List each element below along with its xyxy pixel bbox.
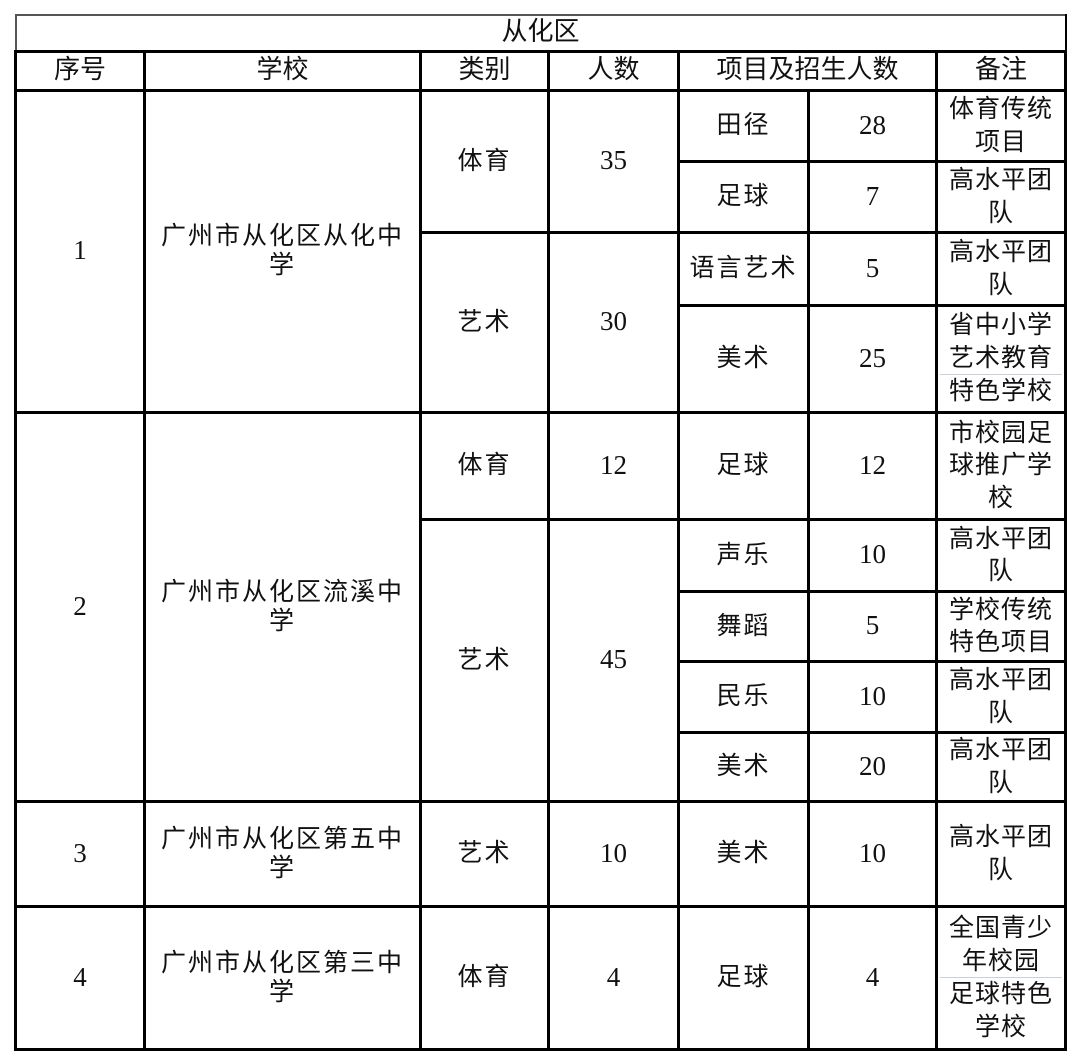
- school-name: 广州市从化区第三中学: [143, 904, 422, 1051]
- project-remark: 高水平团队: [934, 799, 1068, 908]
- project-remark-cell: 全国青少年校园 足球特色学校: [934, 904, 1068, 1051]
- header-remarks: 备注: [934, 49, 1068, 92]
- project-quota: 7: [807, 159, 938, 234]
- row-index: 1: [14, 88, 146, 414]
- project-name: 足球: [677, 410, 810, 521]
- school-name: 广州市从化区流溪中学: [143, 410, 422, 803]
- category: 艺术: [419, 517, 550, 803]
- title-row: 从化区: [14, 14, 1067, 53]
- project-quota: 28: [807, 88, 938, 163]
- category-count: 4: [547, 904, 680, 1051]
- project-remark: 省中小学艺术教育: [949, 310, 1054, 372]
- project-quota: 5: [807, 589, 938, 663]
- table-row: 4 广州市从化区第三中学 体育 4 足球 4 全国青少年校园 足球特色学校: [14, 904, 1068, 1051]
- project-name: 足球: [677, 904, 810, 1051]
- project-name: 足球: [677, 159, 810, 234]
- project-remark: 全国青少年校园: [949, 913, 1054, 975]
- category: 体育: [419, 904, 550, 1051]
- project-quota: 4: [807, 904, 938, 1051]
- row-index: 2: [14, 410, 146, 803]
- project-remark-extra: 足球特色学校: [940, 977, 1063, 1043]
- project-name: 民乐: [677, 659, 810, 734]
- category-count: 10: [547, 799, 680, 908]
- header-school: 学校: [143, 49, 422, 92]
- project-quota: 10: [807, 659, 938, 734]
- project-name: 声乐: [677, 517, 810, 593]
- enrollment-table-sheet: 从化区 序号 学校 类别 人数 项目及招生人数 备注 1 广州市从化区从化中学 …: [14, 14, 1068, 1051]
- header-count: 人数: [547, 49, 680, 92]
- project-name: 语言艺术: [677, 230, 810, 307]
- header-category: 类别: [419, 49, 550, 92]
- category: 体育: [419, 410, 550, 521]
- project-name: 美术: [677, 730, 810, 803]
- table-row: 3 广州市从化区第五中学 艺术 10 美术 10 高水平团队: [14, 799, 1068, 908]
- project-quota: 10: [807, 517, 938, 593]
- project-name: 舞蹈: [677, 589, 810, 663]
- project-quota: 10: [807, 799, 938, 908]
- enrollment-table: 从化区 序号 学校 类别 人数 项目及招生人数 备注 1 广州市从化区从化中学 …: [14, 14, 1068, 1051]
- school-name: 广州市从化区第五中学: [143, 799, 422, 908]
- row-index: 4: [14, 904, 146, 1051]
- project-remark: 市校园足球推广学校: [934, 410, 1068, 521]
- project-name: 田径: [677, 88, 810, 163]
- category: 体育: [419, 88, 550, 234]
- school-name: 广州市从化区从化中学: [143, 88, 422, 414]
- category: 艺术: [419, 799, 550, 908]
- project-remark-extra: 特色学校: [940, 374, 1063, 408]
- project-quota: 12: [807, 410, 938, 521]
- project-name: 美术: [677, 799, 810, 908]
- project-remark: 学校传统特色项目: [934, 589, 1068, 663]
- project-remark-cell: 省中小学艺术教育 特色学校: [934, 303, 1068, 414]
- category: 艺术: [419, 230, 550, 414]
- project-remark: 高水平团队: [934, 517, 1068, 593]
- project-remark: 高水平团队: [934, 230, 1068, 307]
- header-projects: 项目及招生人数: [677, 49, 938, 92]
- category-count: 35: [547, 88, 680, 234]
- project-remark: 高水平团队: [934, 159, 1068, 234]
- table-title: 从化区: [14, 14, 1067, 53]
- table-row: 2 广州市从化区流溪中学 体育 12 足球 12 市校园足球推广学校: [14, 410, 1068, 803]
- project-remark: 体育传统项目: [934, 88, 1068, 163]
- project-quota: 25: [807, 303, 938, 414]
- project-name: 美术: [677, 303, 810, 414]
- category-count: 45: [547, 517, 680, 803]
- table-row: 1 广州市从化区从化中学 体育 35 田径 28 体育传统项目: [14, 88, 1068, 414]
- category-count: 12: [547, 410, 680, 521]
- project-quota: 5: [807, 230, 938, 307]
- project-quota: 20: [807, 730, 938, 803]
- header-row: 序号 学校 类别 人数 项目及招生人数 备注: [14, 49, 1068, 92]
- row-index: 3: [14, 799, 146, 908]
- category-count: 30: [547, 230, 680, 414]
- project-remark: 高水平团队: [934, 730, 1068, 803]
- project-remark: 高水平团队: [934, 659, 1068, 734]
- header-index: 序号: [14, 49, 146, 92]
